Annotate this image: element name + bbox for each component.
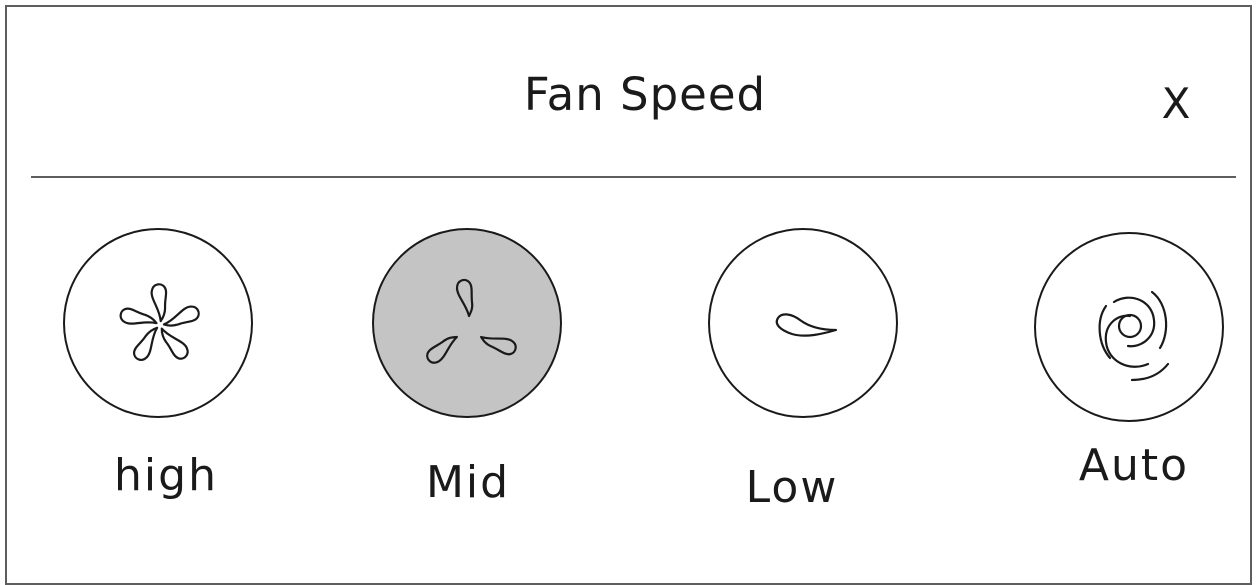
close-button[interactable]: X (1150, 78, 1202, 130)
speed-label-high: high (114, 450, 218, 501)
dialog-title: Fan Speed (523, 68, 767, 121)
speed-label-low: Low (745, 462, 839, 513)
fan-high-icon (119, 283, 200, 361)
speed-button-auto[interactable] (1034, 232, 1224, 422)
speed-label-mid: Mid (425, 457, 511, 508)
speed-button-low[interactable] (708, 228, 898, 418)
fan-low-icon (775, 313, 838, 337)
speed-button-high[interactable] (63, 228, 253, 418)
title-divider (31, 176, 1236, 178)
fan-mid-icon (426, 278, 517, 364)
fan-auto-icon (1098, 290, 1170, 382)
speed-label-auto: Auto (1078, 440, 1190, 491)
speed-button-mid[interactable] (372, 228, 562, 418)
